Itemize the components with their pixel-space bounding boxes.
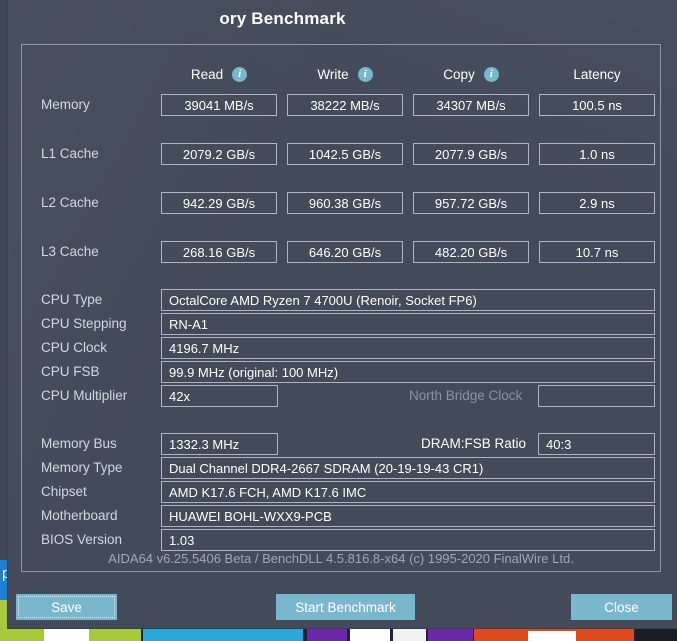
- label-chipset: Chipset: [41, 484, 87, 499]
- field-chipset: AMD K17.6 FCH, AMD K17.6 IMC: [161, 481, 655, 503]
- dialog-titlebar[interactable]: ory Benchmark: [8, 0, 677, 38]
- cell-l3-latency: 10.7 ns: [539, 241, 655, 263]
- label-cpu-multiplier: CPU Multiplier: [41, 388, 128, 403]
- field-cpu-multiplier: 42x: [161, 385, 278, 407]
- field-dram-fsb-ratio: 40:3: [538, 433, 655, 455]
- row-label-l2-cache: L2 Cache: [41, 195, 99, 210]
- row-motherboard: Motherboard HUAWEI BOHL-WXX9-PCB: [22, 505, 660, 527]
- table-row: Memory 39041 MB/s 38222 MB/s 34307 MB/s …: [22, 94, 660, 116]
- taskbar-icon-green-2[interactable]: [89, 629, 141, 641]
- field-north-bridge-clock: [538, 385, 655, 407]
- cell-l3-read: 268.16 GB/s: [161, 241, 277, 263]
- row-label-l1-cache: L1 Cache: [41, 146, 99, 161]
- field-memory-type: Dual Channel DDR4-2667 SDRAM (20-19-19-4…: [161, 457, 655, 479]
- cell-l2-latency: 2.9 ns: [539, 192, 655, 214]
- info-icon-copy[interactable]: i: [483, 66, 499, 82]
- taskbar[interactable]: [0, 629, 677, 641]
- field-cpu-type: OctalCore AMD Ryzen 7 4700U (Renoir, Soc…: [161, 289, 655, 311]
- taskbar-icon-white-1[interactable]: [44, 629, 89, 641]
- info-icon-write[interactable]: i: [357, 66, 373, 82]
- label-motherboard: Motherboard: [41, 508, 118, 523]
- label-cpu-fsb: CPU FSB: [41, 364, 100, 379]
- table-row: L1 Cache 2079.2 GB/s 1042.5 GB/s 2077.9 …: [22, 143, 660, 165]
- cell-l1-read: 2079.2 GB/s: [161, 143, 277, 165]
- column-header-copy: Copy i: [413, 64, 529, 84]
- benchmark-panel: Read i Write i Copy i Latency Memory 390…: [21, 44, 661, 572]
- label-cpu-clock: CPU Clock: [41, 340, 108, 355]
- column-label-copy: Copy: [443, 66, 475, 82]
- copyright-text: AIDA64 v6.25.5406 Beta / BenchDLL 4.5.81…: [108, 550, 574, 566]
- taskbar-icon-purple-2[interactable]: [428, 629, 473, 641]
- cache-memory-benchmark-dialog: ory Benchmark Read i Write i Copy i Late…: [8, 0, 677, 628]
- row-cpu-type: CPU Type OctalCore AMD Ryzen 7 4700U (Re…: [22, 289, 660, 311]
- info-icon-read[interactable]: i: [232, 66, 248, 82]
- field-cpu-stepping: RN-A1: [161, 313, 655, 335]
- field-motherboard: HUAWEI BOHL-WXX9-PCB: [161, 505, 655, 527]
- taskbar-icon-dark-1[interactable]: [636, 629, 677, 641]
- label-dram-fsb-ratio: DRAM:FSB Ratio: [421, 436, 527, 451]
- row-label-l3-cache: L3 Cache: [41, 244, 99, 259]
- taskbar-icon-white-4[interactable]: [528, 631, 576, 641]
- cell-l2-read: 942.29 GB/s: [161, 192, 277, 214]
- field-cpu-clock: 4196.7 MHz: [161, 337, 655, 359]
- row-memory-bus: Memory Bus 1332.3 MHz DRAM:FSB Ratio 40:…: [22, 433, 660, 455]
- cell-l3-write: 646.20 GB/s: [287, 241, 403, 263]
- cell-l2-copy: 957.72 GB/s: [413, 192, 529, 214]
- table-row: L3 Cache 268.16 GB/s 646.20 GB/s 482.20 …: [22, 241, 660, 263]
- taskbar-icon-green-1[interactable]: [0, 629, 44, 641]
- page-title: ory Benchmark: [219, 9, 346, 28]
- cell-l1-write: 1042.5 GB/s: [287, 143, 403, 165]
- cell-memory-copy: 34307 MB/s: [413, 94, 529, 116]
- row-label-memory: Memory: [41, 97, 90, 112]
- cell-l1-copy: 2077.9 GB/s: [413, 143, 529, 165]
- label-north-bridge-clock: North Bridge Clock: [409, 388, 523, 403]
- label-memory-type: Memory Type: [41, 460, 123, 475]
- field-cpu-fsb: 99.9 MHz (original: 100 MHz): [161, 361, 655, 383]
- taskbar-icon-white-3[interactable]: [393, 629, 426, 641]
- cell-memory-latency: 100.5 ns: [539, 94, 655, 116]
- taskbar-icon-blue-1[interactable]: [143, 629, 303, 641]
- column-label-latency: Latency: [573, 66, 621, 82]
- column-header-latency: Latency: [539, 64, 655, 84]
- label-memory-bus: Memory Bus: [41, 436, 117, 451]
- column-header-read: Read i: [161, 64, 277, 84]
- row-cpu-stepping: CPU Stepping RN-A1: [22, 313, 660, 335]
- column-label-read: Read: [190, 66, 224, 82]
- taskbar-icon-purple-1[interactable]: [307, 629, 347, 641]
- row-cpu-fsb: CPU FSB 99.9 MHz (original: 100 MHz): [22, 361, 660, 383]
- cell-l2-write: 960.38 GB/s: [287, 192, 403, 214]
- save-button[interactable]: Save: [16, 594, 117, 620]
- label-cpu-stepping: CPU Stepping: [41, 316, 127, 331]
- cell-memory-write: 38222 MB/s: [287, 94, 403, 116]
- label-cpu-type: CPU Type: [41, 292, 103, 307]
- row-chipset: Chipset AMD K17.6 FCH, AMD K17.6 IMC: [22, 481, 660, 503]
- column-header-write: Write i: [287, 64, 403, 84]
- field-memory-bus: 1332.3 MHz: [161, 433, 278, 455]
- start-benchmark-button[interactable]: Start Benchmark: [276, 594, 415, 620]
- cell-memory-read: 39041 MB/s: [161, 94, 277, 116]
- taskbar-icon-white-2[interactable]: [350, 629, 390, 641]
- close-button[interactable]: Close: [571, 594, 672, 620]
- table-row: L2 Cache 942.29 GB/s 960.38 GB/s 957.72 …: [22, 192, 660, 214]
- cell-l3-copy: 482.20 GB/s: [413, 241, 529, 263]
- row-cpu-clock: CPU Clock 4196.7 MHz: [22, 337, 660, 359]
- row-memory-type: Memory Type Dual Channel DDR4-2667 SDRAM…: [22, 457, 660, 479]
- cell-l1-latency: 1.0 ns: [539, 143, 655, 165]
- column-label-write: Write: [317, 66, 349, 82]
- row-cpu-multiplier: CPU Multiplier 42x North Bridge Clock: [22, 385, 660, 407]
